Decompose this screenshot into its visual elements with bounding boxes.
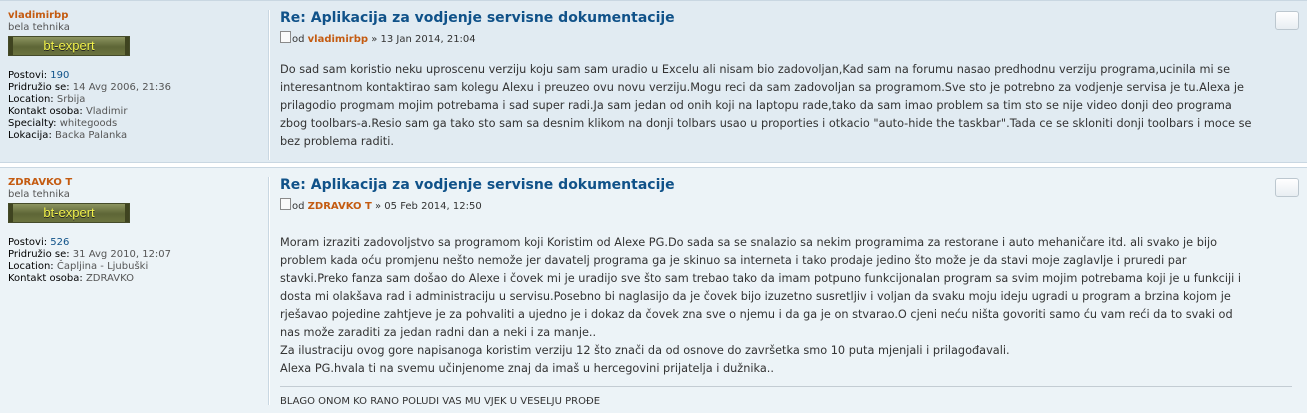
forum-post-1: vladimirbp bela tehnika bt-expert Postov… <box>0 0 1307 163</box>
profile-field-joined: Pridružio se: 14 Avg 2006, 21:36 <box>8 82 263 94</box>
content-line: nas može zaraditi za jedan radni dan a n… <box>280 326 597 339</box>
post-content: Do sad sam koristio neku uproscenu verzi… <box>280 61 1282 151</box>
profile-field-contact: Kontakt osoba: Vladimir <box>8 106 263 118</box>
rank-title: bela tehnika <box>8 22 70 33</box>
content-line: Za ilustraciju ovog gore napisanoga kori… <box>280 344 1010 357</box>
username-link[interactable]: ZDRAVKO T <box>8 177 263 189</box>
content-line: stavki.Preko fanza sam došao do Alexe i … <box>280 272 1241 285</box>
field-label: Postovi: <box>8 70 48 81</box>
post-date: » 05 Feb 2014, 12:50 <box>375 201 482 212</box>
post-author-line: od vladimirbp » 13 Jan 2014, 21:04 <box>280 31 1280 47</box>
rank-title: bela tehnika <box>8 189 70 200</box>
post-body: Re: Aplikacija za vodjenje servisne doku… <box>280 177 1280 378</box>
field-label: Location: <box>8 261 54 272</box>
profile-fields: Postovi: 526 Pridružio se: 31 Avg 2010, … <box>8 237 263 285</box>
content-line: problem kada oću promjenu nešto nemože j… <box>280 254 1187 267</box>
field-value: ZDRAVKO <box>85 273 134 284</box>
profile-field-posts: Postovi: 190 <box>8 70 263 82</box>
rank-badge-text: bt-expert <box>43 205 95 220</box>
post-icon[interactable] <box>280 31 291 43</box>
signature: BLAGO ONOM KO RANO POLUDI VAS MU VJEK U … <box>280 396 601 407</box>
profile-field-specialty: Specialty: whitegoods <box>8 118 263 130</box>
field-value: whitegoods <box>59 118 118 129</box>
username-link[interactable]: vladimirbp <box>8 10 263 22</box>
content-line: prilagodio progmam mojim potrebama i sad… <box>280 99 1232 112</box>
field-label: Location: <box>8 94 54 105</box>
content-line: Moram izraziti zadovoljstvo sa programom… <box>280 236 1218 249</box>
posts-count-link[interactable]: 190 <box>50 70 69 81</box>
field-value: 14 Avg 2006, 21:36 <box>72 82 172 93</box>
field-value: Vladimir <box>85 106 128 117</box>
field-label: Pridružio se: <box>8 82 70 93</box>
rank-badge-image: bt-expert <box>8 203 130 223</box>
post-date: » 13 Jan 2014, 21:04 <box>371 34 476 45</box>
author-username-link[interactable]: ZDRAVKO T <box>308 201 372 212</box>
content-line: zbog toolbars-a.Resio sam ga tako sto sa… <box>280 117 1252 130</box>
post-title-link[interactable]: Re: Aplikacija za vodjenje servisne doku… <box>280 10 1280 27</box>
field-label: Kontakt osoba: <box>8 106 83 117</box>
author-username-link[interactable]: vladimirbp <box>308 34 368 45</box>
posts-count-link[interactable]: 526 <box>50 237 69 248</box>
author-prefix: od <box>292 34 305 45</box>
profile-field-location: Location: Srbija <box>8 94 263 106</box>
profile-field-location: Location: Čapljina - Ljubuški <box>8 261 263 273</box>
content-line: rješavao pojedine zahtjeve je za pohvali… <box>280 308 1233 321</box>
profile-fields: Postovi: 190 Pridružio se: 14 Avg 2006, … <box>8 70 263 142</box>
forum-post-2: ZDRAVKO T bela tehnika bt-expert Postovi… <box>0 167 1307 413</box>
post-content: Moram izraziti zadovoljstvo sa programom… <box>280 234 1282 378</box>
field-value: Srbija <box>56 94 86 105</box>
profile-field-posts: Postovi: 526 <box>8 237 263 249</box>
content-line: bez problema raditi. <box>280 135 394 148</box>
field-label: Pridružio se: <box>8 249 70 260</box>
column-divider <box>268 10 270 160</box>
rank-badge-image: bt-expert <box>8 36 130 56</box>
post-profile: ZDRAVKO T bela tehnika bt-expert Postovi… <box>8 177 263 285</box>
rank-badge-text: bt-expert <box>43 38 95 53</box>
post-icon[interactable] <box>280 198 291 210</box>
quote-button[interactable] <box>1275 178 1299 197</box>
profile-field-joined: Pridružio se: 31 Avg 2010, 12:07 <box>8 249 263 261</box>
content-line: Do sad sam koristio neku uproscenu verzi… <box>280 63 1231 76</box>
field-value: Čapljina - Ljubuški <box>56 261 149 272</box>
field-label: Specialty: <box>8 118 57 129</box>
post-title-link[interactable]: Re: Aplikacija za vodjenje servisne doku… <box>280 177 1280 194</box>
signature-divider <box>280 386 1292 387</box>
field-label: Postovi: <box>8 237 48 248</box>
content-line: Alexa PG.hvala ti na svemu učinjenome zn… <box>280 362 774 375</box>
post-body: Re: Aplikacija za vodjenje servisne doku… <box>280 10 1280 151</box>
post-author-line: od ZDRAVKO T » 05 Feb 2014, 12:50 <box>280 198 1280 214</box>
content-line: interesantnom kontaktirao sam kolegu Ale… <box>280 81 1244 94</box>
field-label: Kontakt osoba: <box>8 273 83 284</box>
profile-field-lokacija: Lokacija: Backa Palanka <box>8 130 263 142</box>
content-line: dosta mi olakšava rad i administraciju u… <box>280 290 1231 303</box>
quote-button[interactable] <box>1275 11 1299 30</box>
field-value: 31 Avg 2010, 12:07 <box>72 249 172 260</box>
column-divider <box>268 177 270 405</box>
field-label: Lokacija: <box>8 130 52 141</box>
author-prefix: od <box>292 201 305 212</box>
post-profile: vladimirbp bela tehnika bt-expert Postov… <box>8 10 263 142</box>
field-value: Backa Palanka <box>55 130 128 141</box>
profile-field-contact: Kontakt osoba: ZDRAVKO <box>8 273 263 285</box>
